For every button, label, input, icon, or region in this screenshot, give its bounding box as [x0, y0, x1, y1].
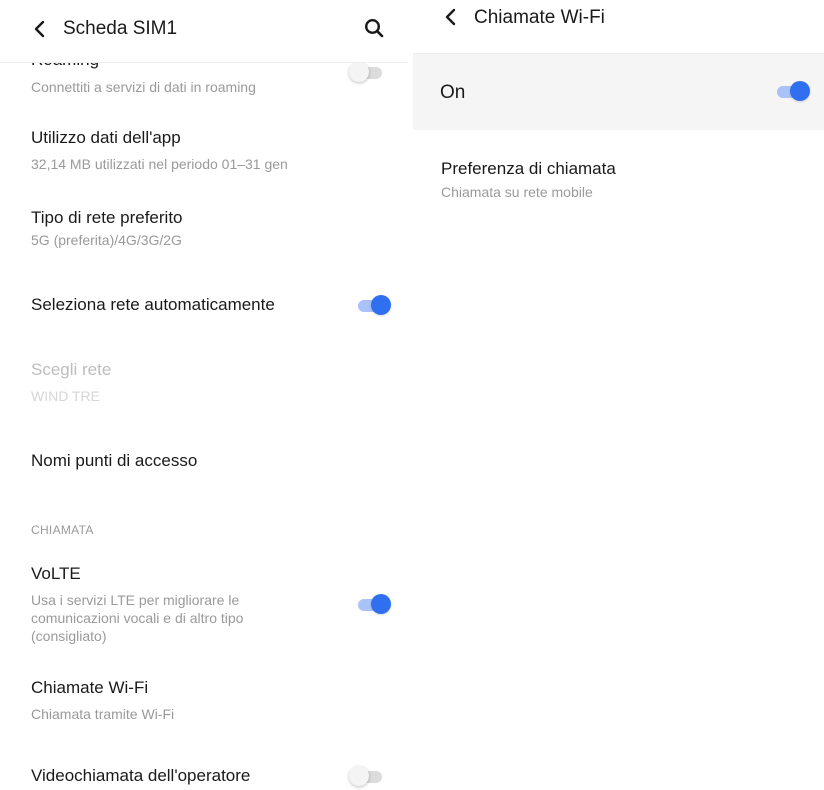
chevron-left-icon[interactable] — [31, 19, 49, 39]
search-icon[interactable] — [363, 17, 385, 39]
volte-item[interactable]: VoLTE Usa i servizi LTE per migliorare l… — [31, 556, 408, 656]
toggle-thumb — [349, 62, 369, 82]
section-header-calls: CHIAMATA — [31, 523, 94, 537]
apn-item[interactable]: Nomi punti di accesso — [31, 436, 408, 486]
toggle-thumb — [371, 594, 391, 614]
wifi-calling-subtitle: Chiamata tramite Wi-Fi — [31, 706, 175, 722]
toggle-thumb — [371, 295, 391, 315]
wifi-calling-panel: Chiamate Wi-Fi On Preferenza di chiamata… — [413, 0, 824, 790]
sim-settings-header: Scheda SIM1 — [0, 0, 408, 63]
call-preference-title: Preferenza di chiamata — [441, 159, 616, 178]
wifi-calling-title: Chiamate Wi-Fi — [31, 678, 149, 697]
apn-title: Nomi punti di accesso — [31, 451, 198, 470]
toggle-thumb — [349, 766, 369, 786]
carrier-video-call-item[interactable]: Videochiamata dell'operatore — [31, 750, 408, 790]
volte-subtitle-line-2: comunicazioni vocali e di altro tipo — [31, 610, 244, 626]
toggle-thumb — [790, 81, 810, 101]
sim-settings-list[interactable]: Roaming Connettiti a servizi di dati in … — [0, 0, 408, 790]
preferred-network-subtitle: 5G (preferita)/4G/3G/2G — [31, 232, 182, 248]
auto-network-toggle[interactable] — [358, 294, 392, 316]
app-data-usage-title: Utilizzo dati dell'app — [31, 128, 181, 147]
volte-title: VoLTE — [31, 564, 81, 583]
wifi-calling-toggle[interactable] — [777, 80, 811, 102]
page-title: Scheda SIM1 — [63, 18, 178, 39]
call-preference-item[interactable]: Preferenza di chiamata Chiamata su rete … — [441, 148, 824, 210]
sim-settings-panel: Roaming Connettiti a servizi di dati in … — [0, 0, 408, 790]
app-data-usage-item[interactable]: Utilizzo dati dell'app 32,14 MB utilizza… — [31, 118, 408, 180]
header-divider — [0, 62, 408, 63]
volte-subtitle-line-1: Usa i servizi LTE per migliorare le — [31, 592, 240, 608]
divider — [413, 53, 824, 54]
wifi-calling-main-switch-row[interactable]: On — [413, 53, 824, 130]
roaming-subtitle: Connettiti a servizi di dati in roaming — [31, 79, 256, 95]
preferred-network-item[interactable]: Tipo di rete preferito 5G (preferita)/4G… — [31, 198, 408, 260]
choose-network-item: Scegli rete WIND TRE — [31, 350, 408, 412]
auto-network-title: Seleziona rete automaticamente — [31, 295, 275, 314]
wifi-calling-header: Chiamate Wi-Fi — [413, 0, 824, 53]
choose-network-title: Scegli rete — [31, 360, 112, 379]
carrier-video-call-toggle[interactable] — [349, 765, 384, 787]
volte-toggle[interactable] — [358, 593, 392, 615]
carrier-video-call-title: Videochiamata dell'operatore — [31, 766, 251, 785]
call-preference-subtitle: Chiamata su rete mobile — [441, 184, 593, 200]
wifi-calling-item[interactable]: Chiamate Wi-Fi Chiamata tramite Wi-Fi — [31, 668, 408, 730]
app-data-usage-subtitle: 32,14 MB utilizzati nel periodo 01–31 ge… — [31, 156, 288, 172]
chevron-left-icon[interactable] — [442, 7, 460, 27]
auto-network-item[interactable]: Seleziona rete automaticamente — [31, 278, 408, 332]
page-title: Chiamate Wi-Fi — [474, 7, 605, 28]
choose-network-subtitle: WIND TRE — [31, 388, 100, 404]
roaming-toggle[interactable] — [349, 61, 384, 83]
main-switch-label: On — [440, 82, 466, 103]
volte-subtitle-line-3: (consigliato) — [31, 628, 107, 644]
preferred-network-title: Tipo di rete preferito — [31, 208, 183, 227]
